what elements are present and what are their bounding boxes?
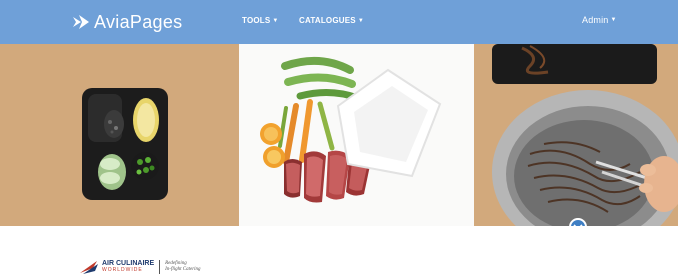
logo-name-line1: AIR CULINAIRE <box>102 260 155 267</box>
noodle-tray <box>492 44 657 84</box>
caret-down-icon: ▼ <box>272 17 279 24</box>
caret-down-icon: ▼ <box>610 17 617 23</box>
air-culinaire-logo[interactable]: AIR CULINAIRE WORLDWIDE Redefining In-fl… <box>79 258 201 276</box>
top-navbar: AviaPages TOOLS ▼ CATALOGUES ▼ Admin ▼ <box>0 0 678 44</box>
logo-name: AIR CULINAIRE WORLDWIDE <box>102 260 154 274</box>
hero-banner <box>0 44 678 226</box>
logo-tagline-line2: In-flight Catering <box>165 267 201 272</box>
logo-divider <box>159 260 161 274</box>
logo-tagline: Redefining In-flight Catering <box>165 261 200 273</box>
caret-down-icon: ▼ <box>357 17 364 24</box>
nav-catalogues-label: CATALOGUES <box>299 16 356 25</box>
swoosh-logo-icon <box>80 261 98 274</box>
logo-name-line2: WORLDWIDE <box>102 267 143 273</box>
nav-catalogues-menu[interactable]: CATALOGUES ▼ <box>299 16 364 25</box>
food-photo-illustration <box>0 44 678 226</box>
brand-name: AviaPages <box>94 11 183 32</box>
brand-logo[interactable]: AviaPages <box>72 10 182 34</box>
user-menu-label: Admin <box>582 15 609 25</box>
plate-with-steak <box>239 44 474 226</box>
plane-logo-icon <box>73 15 89 29</box>
nav-tools-menu[interactable]: TOOLS ▼ <box>242 16 279 25</box>
nav-tools-label: TOOLS <box>242 16 271 25</box>
user-menu[interactable]: Admin ▼ <box>582 15 617 25</box>
bento-box <box>82 88 168 200</box>
